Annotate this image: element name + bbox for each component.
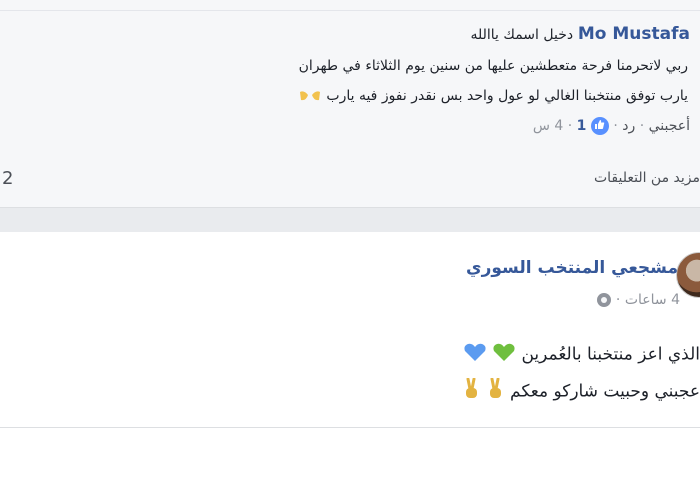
comment-panel: Mo Mustafa دخيل اسمك ياالله ربي لاتحرمنا… [0,0,700,208]
post-line-2: عجبني وحبيت شاركو معكم [510,381,700,402]
green-heart-icon [492,342,516,367]
comment-line-3: يارب توفق منتخبنا الغالي لو عول واحد بس … [326,88,688,104]
comment-header: Mo Mustafa دخيل اسمك ياالله [471,24,691,44]
more-comments-link[interactable]: مزيد من التعليقات [594,170,700,186]
page-name[interactable]: مشجعي المنتخب السوري [466,258,678,278]
meta-separator: · [615,292,621,308]
reply-link[interactable]: رد [622,118,635,134]
comment-text-head: دخيل اسمك ياالله [470,27,574,43]
like-link[interactable]: أعجبني [649,118,690,134]
comment-line-3-wrap: يارب توفق منتخبنا الغالي لو عول واحد بس … [298,88,688,104]
victory-hand-icon [463,377,481,405]
like-count[interactable]: 1 [577,118,587,134]
praying-hands-icon [298,89,322,103]
comment-line-2: ربي لاتحرمنا فرحة متعطشين عليها من سنين … [298,58,688,74]
actions-separator: · [639,118,645,134]
actions-separator: · [567,118,573,134]
like-thumb-icon[interactable] [590,117,609,135]
post-meta: 4 ساعات · [597,292,680,308]
blue-heart-icon [463,342,487,367]
panel-divider [0,10,700,11]
post-time[interactable]: 4 ساعات [625,292,680,308]
comment-author[interactable]: Mo Mustafa [578,24,690,44]
comment-count-badge: 2 [2,168,14,189]
comment-time[interactable]: 4 س [533,118,563,134]
post-card: مشجعي المنتخب السوري 4 ساعات · الذي اعز … [0,232,700,428]
actions-separator: · [613,118,618,134]
comment-actions: أعجبني · رد · 1 · 4 س [533,117,690,135]
feed-gap [0,208,700,232]
victory-hand-icon [487,377,505,405]
post-line-2-wrap: عجبني وحبيت شاركو معكم [463,377,700,405]
globe-icon[interactable] [597,293,612,307]
post-line-1: الذي اعز منتخبنا بالعُمرين [521,344,700,365]
post-line-1-wrap: الذي اعز منتخبنا بالعُمرين [463,342,700,367]
